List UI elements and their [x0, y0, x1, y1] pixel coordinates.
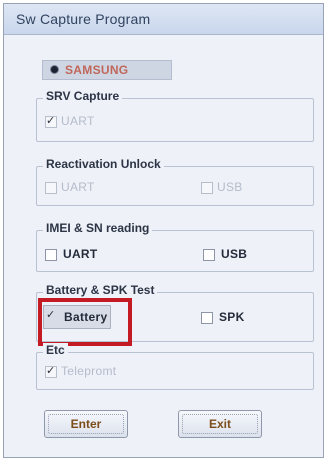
group-reactivation-unlock: Reactivation Unlock UART USB [36, 157, 314, 206]
model-label: SAMSUNG [65, 63, 129, 77]
radio-selected-icon[interactable] [50, 65, 59, 74]
exit-focus-ring [182, 414, 258, 434]
group-title-etc: Etc [43, 343, 68, 357]
highlight-frame [38, 298, 132, 346]
group-srv-capture: SRV Capture UART [36, 89, 314, 142]
telepromt-label: Telepromt [61, 364, 117, 378]
enter-focus-ring [48, 414, 124, 434]
enter-button[interactable]: Enter [44, 410, 128, 438]
group-imei-sn-reading: IMEI & SN reading UART USB [36, 221, 314, 272]
reactivation-usb-label: USB [217, 180, 243, 194]
imei-usb-checkbox[interactable] [203, 249, 215, 261]
title-bar: Sw Capture Program [4, 4, 323, 35]
imei-uart-checkbox[interactable] [45, 249, 57, 261]
imei-uart-label: UART [63, 247, 98, 261]
spk-label: SPK [219, 310, 245, 324]
reactivation-uart-checkbox[interactable] [45, 182, 57, 194]
exit-button[interactable]: Exit [178, 410, 262, 438]
window-title: Sw Capture Program [16, 11, 151, 27]
group-title-srv-capture: SRV Capture [43, 89, 123, 103]
reactivation-uart-label: UART [61, 180, 95, 194]
model-radio-samsung[interactable]: SAMSUNG [42, 60, 172, 80]
reactivation-usb-checkbox[interactable] [201, 182, 213, 194]
imei-usb-label: USB [221, 247, 248, 261]
spk-checkbox[interactable] [201, 312, 213, 324]
group-title-battery-spk-test: Battery & SPK Test [43, 283, 158, 297]
srv-uart-label: UART [61, 114, 95, 128]
group-title-imei-sn-reading: IMEI & SN reading [43, 221, 153, 235]
telepromt-checkbox[interactable] [45, 364, 57, 378]
group-etc: Etc Telepromt [36, 343, 314, 390]
group-title-reactivation-unlock: Reactivation Unlock [43, 157, 164, 171]
srv-uart-checkbox[interactable] [45, 114, 57, 128]
